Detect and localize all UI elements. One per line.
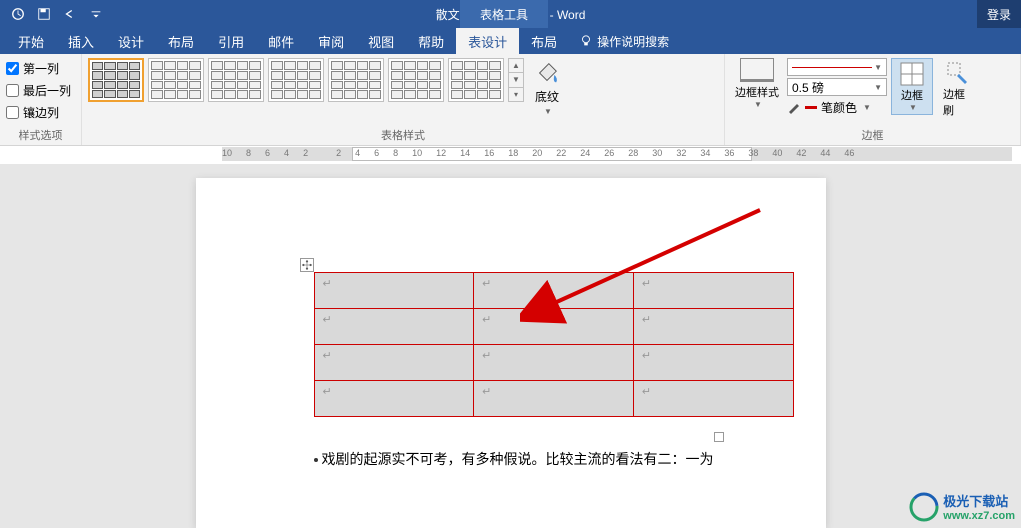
login-button[interactable]: 登录 xyxy=(977,0,1021,28)
watermark-logo-icon xyxy=(909,492,939,522)
border-style-icon xyxy=(740,58,774,82)
gallery-scroll: ▲ ▼ ▾ xyxy=(508,58,524,102)
contextual-tab-label: 表格工具 xyxy=(460,0,548,28)
table-style-thumb[interactable] xyxy=(208,58,264,102)
watermark-url: www.xz7.com xyxy=(943,510,1015,522)
title-bar: 散文.docx [兼容模式] - Word 表格工具 登录 xyxy=(0,0,1021,28)
table-cell[interactable]: ↵ xyxy=(633,381,793,417)
save-icon[interactable] xyxy=(32,2,56,26)
ribbon: 第一列 最后一列 镶边列 样式选项 ▲ ▼ ▾ xyxy=(0,54,1021,146)
table-row[interactable]: ↵↵↵ xyxy=(314,381,793,417)
table-move-handle[interactable] xyxy=(300,258,314,272)
move-icon xyxy=(302,260,312,270)
chevron-down-icon: ▼ xyxy=(754,100,762,109)
watermark: 极光下载站 www.xz7.com xyxy=(909,491,1015,522)
table-row[interactable]: ↵↵↵ xyxy=(314,273,793,309)
checkbox-first-column[interactable]: 第一列 xyxy=(6,58,71,78)
border-painter-icon xyxy=(945,60,971,86)
ribbon-tabs: 开始 插入 设计 布局 引用 邮件 审阅 视图 帮助 表设计 布局 操作说明搜索 xyxy=(0,28,1021,54)
table-cell[interactable]: ↵ xyxy=(633,273,793,309)
checkbox-last-column[interactable]: 最后一列 xyxy=(6,80,71,100)
group-table-styles: ▲ ▼ ▾ 底纹▼ 表格样式 xyxy=(82,54,725,145)
tab-help[interactable]: 帮助 xyxy=(406,28,456,54)
borders-button[interactable]: 边框▼ xyxy=(891,58,933,115)
shading-button[interactable]: 底纹▼ xyxy=(528,58,566,118)
tab-mailings[interactable]: 邮件 xyxy=(256,28,306,54)
group-label: 边框 xyxy=(731,125,1014,143)
table-cell[interactable]: ↵ xyxy=(633,309,793,345)
line-style-dropdown[interactable]: ▼ xyxy=(787,58,887,76)
table-style-thumb[interactable] xyxy=(388,58,444,102)
chevron-down-icon: ▼ xyxy=(863,103,871,112)
pen-color-dropdown[interactable]: 笔颜色▼ xyxy=(787,98,887,116)
borders-grid-icon xyxy=(899,61,925,87)
table-row[interactable]: ↵↵↵ xyxy=(314,345,793,381)
table-cell[interactable]: ↵ xyxy=(314,273,474,309)
line-weight-dropdown[interactable]: 0.5 磅▼ xyxy=(787,78,887,96)
gallery-down-icon[interactable]: ▼ xyxy=(509,73,523,87)
table-cell[interactable]: ↵ xyxy=(314,345,474,381)
table-style-thumb[interactable] xyxy=(268,58,324,102)
quick-access-toolbar xyxy=(0,2,108,26)
checkbox-banded-columns[interactable]: 镶边列 xyxy=(6,102,71,122)
pen-color-swatch xyxy=(805,106,817,109)
tell-me-search[interactable]: 操作说明搜索 xyxy=(569,33,669,50)
table-cell[interactable]: ↵ xyxy=(474,273,634,309)
table-cell[interactable]: ↵ xyxy=(474,381,634,417)
tab-view[interactable]: 视图 xyxy=(356,28,406,54)
table-cell[interactable]: ↵ xyxy=(314,309,474,345)
chevron-down-icon: ▼ xyxy=(544,107,552,116)
table-cell[interactable]: ↵ xyxy=(314,381,474,417)
watermark-name: 极光下载站 xyxy=(943,491,1015,510)
chevron-down-icon: ▼ xyxy=(874,83,882,92)
gallery-more-icon[interactable]: ▾ xyxy=(509,88,523,101)
group-label: 样式选项 xyxy=(6,125,75,143)
qat-customize-icon[interactable] xyxy=(84,2,108,26)
tab-layout[interactable]: 布局 xyxy=(156,28,206,54)
table-cell[interactable]: ↵ xyxy=(474,309,634,345)
chevron-down-icon: ▼ xyxy=(909,103,917,112)
tab-review[interactable]: 审阅 xyxy=(306,28,356,54)
tab-home[interactable]: 开始 xyxy=(6,28,56,54)
gallery-up-icon[interactable]: ▲ xyxy=(509,59,523,73)
table-style-thumb[interactable] xyxy=(88,58,144,102)
border-style-dropdown[interactable]: 边框样式▼ xyxy=(731,58,783,114)
tab-references[interactable]: 引用 xyxy=(206,28,256,54)
group-style-options: 第一列 最后一列 镶边列 样式选项 xyxy=(0,54,82,145)
document-table[interactable]: ↵↵↵ ↵↵↵ ↵↵↵ ↵↵↵ xyxy=(314,272,794,417)
group-label: 表格样式 xyxy=(88,125,718,143)
table-resize-handle[interactable] xyxy=(714,432,724,442)
chevron-down-icon: ▼ xyxy=(874,63,882,72)
pen-icon xyxy=(787,100,801,114)
bullet-icon xyxy=(314,458,318,462)
border-painter-button[interactable]: 边框刷 xyxy=(937,58,979,120)
table-style-thumb[interactable] xyxy=(148,58,204,102)
autosave-toggle[interactable] xyxy=(6,2,30,26)
table-style-gallery: ▲ ▼ ▾ xyxy=(88,58,524,102)
tab-table-layout[interactable]: 布局 xyxy=(519,28,569,54)
lightbulb-icon xyxy=(579,34,593,48)
undo-icon[interactable] xyxy=(58,2,82,26)
group-borders: 边框样式▼ ▼ 0.5 磅▼ 笔颜色▼ 边框▼ 边框刷 边框 xyxy=(725,54,1021,145)
paint-bucket-icon xyxy=(532,60,562,86)
document-area[interactable]: ↵↵↵ ↵↵↵ ↵↵↵ ↵↵↵ 戏剧的起源实不可考，有多种假说。比较主流的看法有… xyxy=(0,164,1021,528)
table-cell[interactable]: ↵ xyxy=(474,345,634,381)
table-style-thumb[interactable] xyxy=(328,58,384,102)
table-style-thumb[interactable] xyxy=(448,58,504,102)
page: ↵↵↵ ↵↵↵ ↵↵↵ ↵↵↵ 戏剧的起源实不可考，有多种假说。比较主流的看法有… xyxy=(196,178,826,528)
table-cell[interactable]: ↵ xyxy=(633,345,793,381)
tab-design[interactable]: 设计 xyxy=(106,28,156,54)
tab-insert[interactable]: 插入 xyxy=(56,28,106,54)
tab-table-design[interactable]: 表设计 xyxy=(456,28,519,54)
body-paragraph[interactable]: 戏剧的起源实不可考，有多种假说。比较主流的看法有二：一为 xyxy=(314,447,794,472)
table-row[interactable]: ↵↵↵ xyxy=(314,309,793,345)
